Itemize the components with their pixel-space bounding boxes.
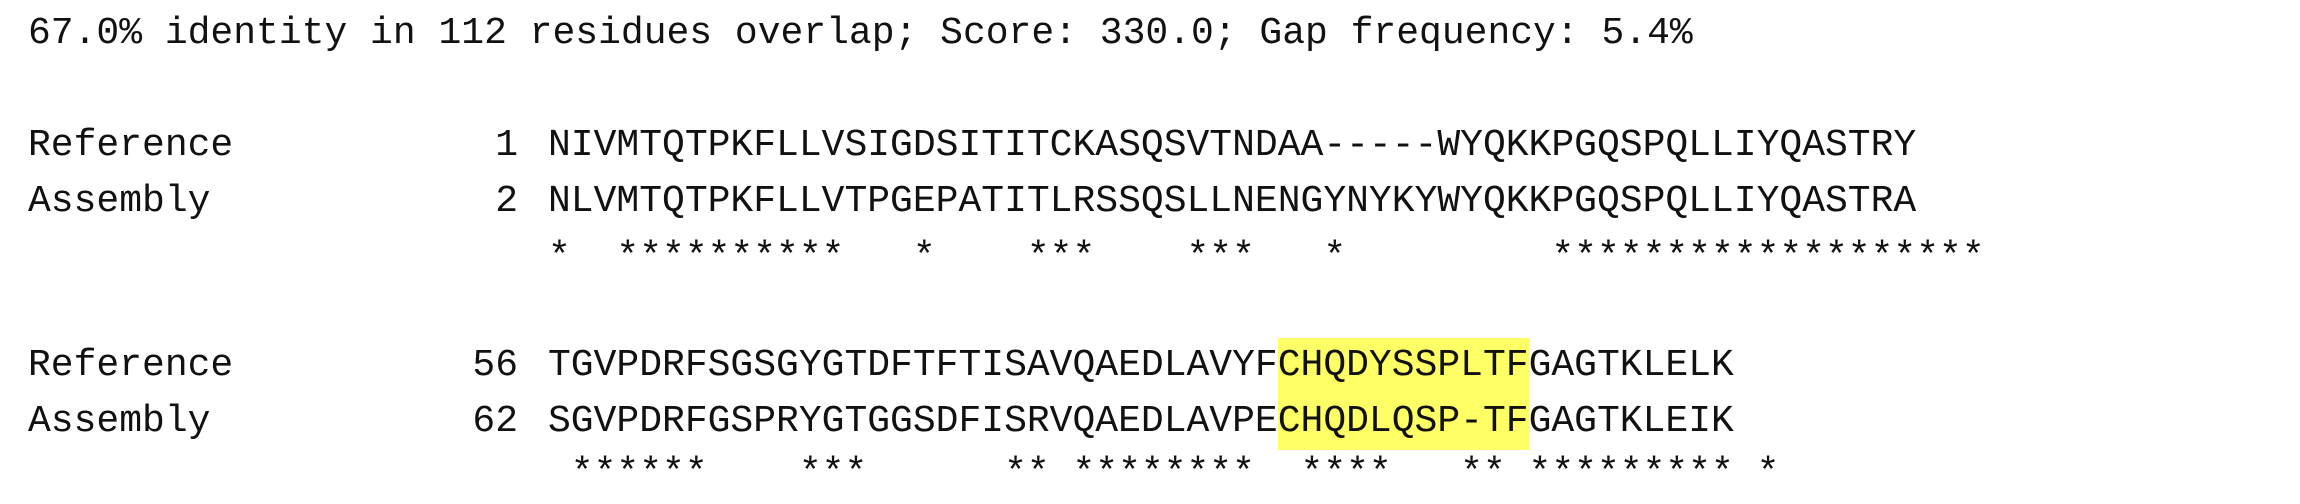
sequence: NLVMTQTPKFLLVTPGEPATITLRSSQSLLNENGYNYKYW… [548, 180, 1917, 223]
start-position: 62 [472, 400, 518, 443]
block2-assembly-row: Assembly 62 SGVPDRFGSPRYGTGGSDFISRVQAEDL… [28, 394, 1734, 450]
row-label: Reference [28, 124, 234, 167]
block2-reference-row: Reference 56 TGVPDRFSGSGYGTDFTFTISAVQAED… [28, 338, 1734, 394]
match-markers: ****** *** ** ******** **** ** *********… [548, 452, 1780, 495]
sequence-before: TGVPDRFSGSGYGTDFTFTISAVQAEDLAVYF [548, 344, 1278, 387]
start-position: 2 [495, 180, 518, 223]
row-label: Assembly [28, 180, 211, 223]
sequence-after: GAGTKLEIK [1528, 400, 1734, 443]
sequence: NIVMTQTPKFLLVSIGDSITITCKASQSVTNDAA-----W… [548, 124, 1917, 167]
row-label: Assembly [28, 400, 211, 443]
block1-reference-row: Reference 1 NIVMTQTPKFLLVSIGDSITITCKASQS… [28, 118, 1916, 174]
row-label: Reference [28, 344, 234, 387]
block1-match-markers: * ********** * *** *** * ***************… [28, 230, 2007, 286]
alignment-summary: 67.0% identity in 112 residues overlap; … [28, 12, 1693, 55]
block2-match-markers: ****** *** ** ******** **** ** *********… [28, 446, 1780, 502]
sequence-before: SGVPDRFGSPRYGTGGSDFISRVQAEDLAVPE [548, 400, 1278, 443]
match-markers: * ********** * *** *** * ***************… [548, 236, 2008, 279]
alignment-document: 67.0% identity in 112 residues overlap; … [28, 0, 2288, 504]
block1-assembly-row: Assembly 2 NLVMTQTPKFLLVTPGEPATITLRSSQSL… [28, 174, 1916, 230]
sequence-highlight: CHQDYSSPLTF [1277, 338, 1529, 394]
sequence-after: GAGTKLELK [1528, 344, 1734, 387]
start-position: 56 [472, 344, 518, 387]
start-position: 1 [495, 124, 518, 167]
sequence-highlight: CHQDLQSP-TF [1277, 394, 1529, 450]
